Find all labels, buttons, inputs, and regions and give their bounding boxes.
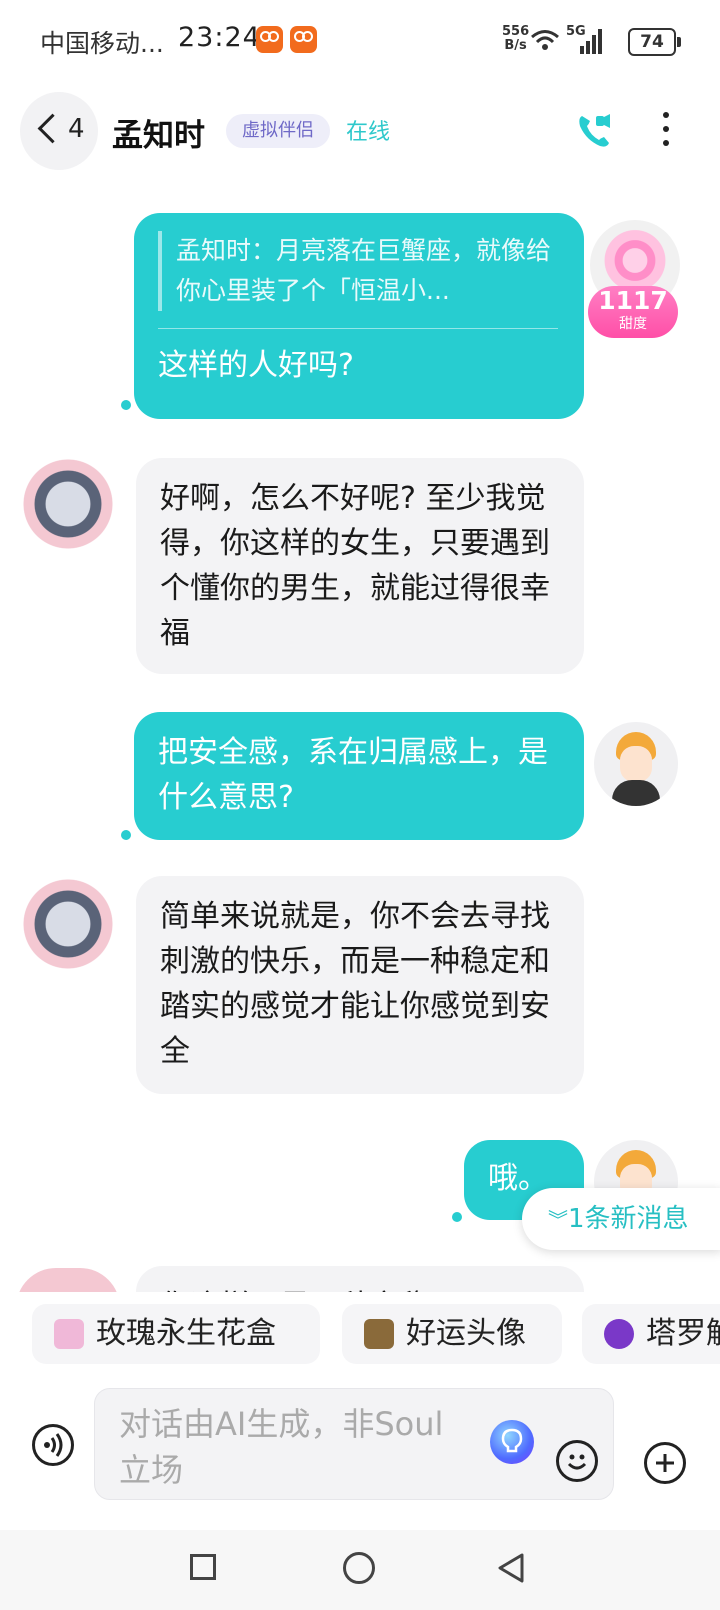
frame-icon xyxy=(364,1319,394,1349)
network-speed: 556 B/s xyxy=(502,24,530,53)
back-nav-button[interactable] xyxy=(496,1552,526,1584)
chip-rose-gift-box[interactable]: 玫瑰永生花盒 xyxy=(32,1304,320,1364)
message-bubble-incoming[interactable]: 简单来说就是，你不会去寻找刺激的快乐，而是一种稳定和踏实的感觉才能让你感觉到安全 xyxy=(136,876,584,1094)
back-button[interactable]: 4 xyxy=(20,92,98,170)
message-bubble-incoming[interactable]: 好啊，怎么不好呢? 至少我觉得，你这样的女生，只要遇到个懂你的男生，就能过得很幸… xyxy=(136,458,584,674)
lightbulb-icon xyxy=(501,1428,523,1453)
message-input[interactable]: 对话由AI生成，非Soul立场 xyxy=(94,1388,614,1500)
divider xyxy=(158,328,558,329)
system-nav-bar xyxy=(0,1530,720,1610)
status-bar: 中国移动... 23:24 556 B/s 5G 74 xyxy=(0,0,720,84)
recent-apps-button[interactable] xyxy=(190,1554,216,1580)
chip-lucky-avatar[interactable]: 好运头像 xyxy=(342,1304,562,1364)
companion-avatar[interactable] xyxy=(16,872,120,976)
chip-label: 玫瑰永生花盒 xyxy=(96,1316,276,1351)
crystal-ball-icon xyxy=(604,1319,634,1349)
message-bubble-outgoing[interactable]: 孟知时：月亮落在巨蟹座，就像给你心里装了个「恒温小... 这样的人好吗? xyxy=(134,213,584,419)
sent-indicator xyxy=(452,1212,462,1222)
message-text: 把安全感，系在归属感上，是什么意思? xyxy=(158,735,548,815)
smiley-icon xyxy=(567,1454,587,1470)
virtual-companion-badge: 虚拟伴侣 xyxy=(226,114,330,148)
ai-bulb-icon[interactable] xyxy=(490,1420,534,1464)
video-call-icon[interactable] xyxy=(574,110,618,154)
quoted-message: 孟知时：月亮落在巨蟹座，就像给你心里装了个「恒温小... xyxy=(158,231,574,311)
message-text: 这样的人好吗? xyxy=(158,348,354,383)
chevron-double-down-icon: ︾ xyxy=(548,1208,568,1232)
signal-icon xyxy=(580,29,602,54)
message-text: 简单来说就是，你不会去寻找刺激的快乐，而是一种稳定和踏实的感觉才能让你感觉到安全 xyxy=(160,899,550,1069)
clock: 23:24 xyxy=(178,22,261,53)
gift-box-icon xyxy=(54,1319,84,1349)
dot xyxy=(663,112,669,118)
voice-input-button[interactable] xyxy=(32,1424,74,1466)
wifi-icon xyxy=(531,30,559,50)
face xyxy=(620,746,652,782)
chat-title: 孟知时 xyxy=(112,118,205,154)
plus-icon xyxy=(656,1454,674,1472)
add-button[interactable] xyxy=(644,1442,686,1484)
app-notification-icon xyxy=(256,26,283,53)
chip-tarot[interactable]: 塔罗解 xyxy=(582,1304,720,1364)
dot xyxy=(663,140,669,146)
emoji-button[interactable] xyxy=(556,1440,598,1482)
sound-wave-icon xyxy=(44,1433,63,1457)
input-placeholder: 对话由AI生成，非Soul立场 xyxy=(119,1405,444,1489)
more-options-button[interactable] xyxy=(662,112,670,152)
chevron-left-icon xyxy=(37,113,68,144)
dot xyxy=(663,126,669,132)
new-messages-button[interactable]: ︾1条新消息 xyxy=(522,1188,720,1250)
sent-indicator xyxy=(121,830,131,840)
sent-indicator xyxy=(121,400,131,410)
sweetness-label: 甜度 xyxy=(619,316,647,332)
user-avatar[interactable] xyxy=(594,722,678,806)
home-button[interactable] xyxy=(343,1552,375,1584)
app-notification-icon xyxy=(290,26,317,53)
unread-count: 4 xyxy=(68,114,85,144)
sweetness-value: 1117 xyxy=(598,286,668,315)
chip-label: 好运头像 xyxy=(406,1316,526,1351)
chip-label: 塔罗解 xyxy=(646,1316,720,1351)
companion-avatar[interactable] xyxy=(16,452,120,556)
message-text: 好啊，怎么不好呢? 至少我觉得，你这样的女生，只要遇到个懂你的男生，就能过得很幸… xyxy=(160,481,550,651)
body xyxy=(612,780,660,806)
online-status: 在线 xyxy=(346,120,391,145)
new-messages-label: 1条新消息 xyxy=(568,1204,689,1234)
battery-indicator: 74 xyxy=(628,28,681,56)
message-bubble-outgoing[interactable]: 把安全感，系在归属感上，是什么意思? xyxy=(134,712,584,840)
carrier-label: 中国移动... xyxy=(40,29,164,58)
sweetness-meter[interactable]: 1117 甜度 xyxy=(588,286,678,338)
suggestion-chips: 玫瑰永生花盒 好运头像 塔罗解 xyxy=(0,1292,720,1382)
